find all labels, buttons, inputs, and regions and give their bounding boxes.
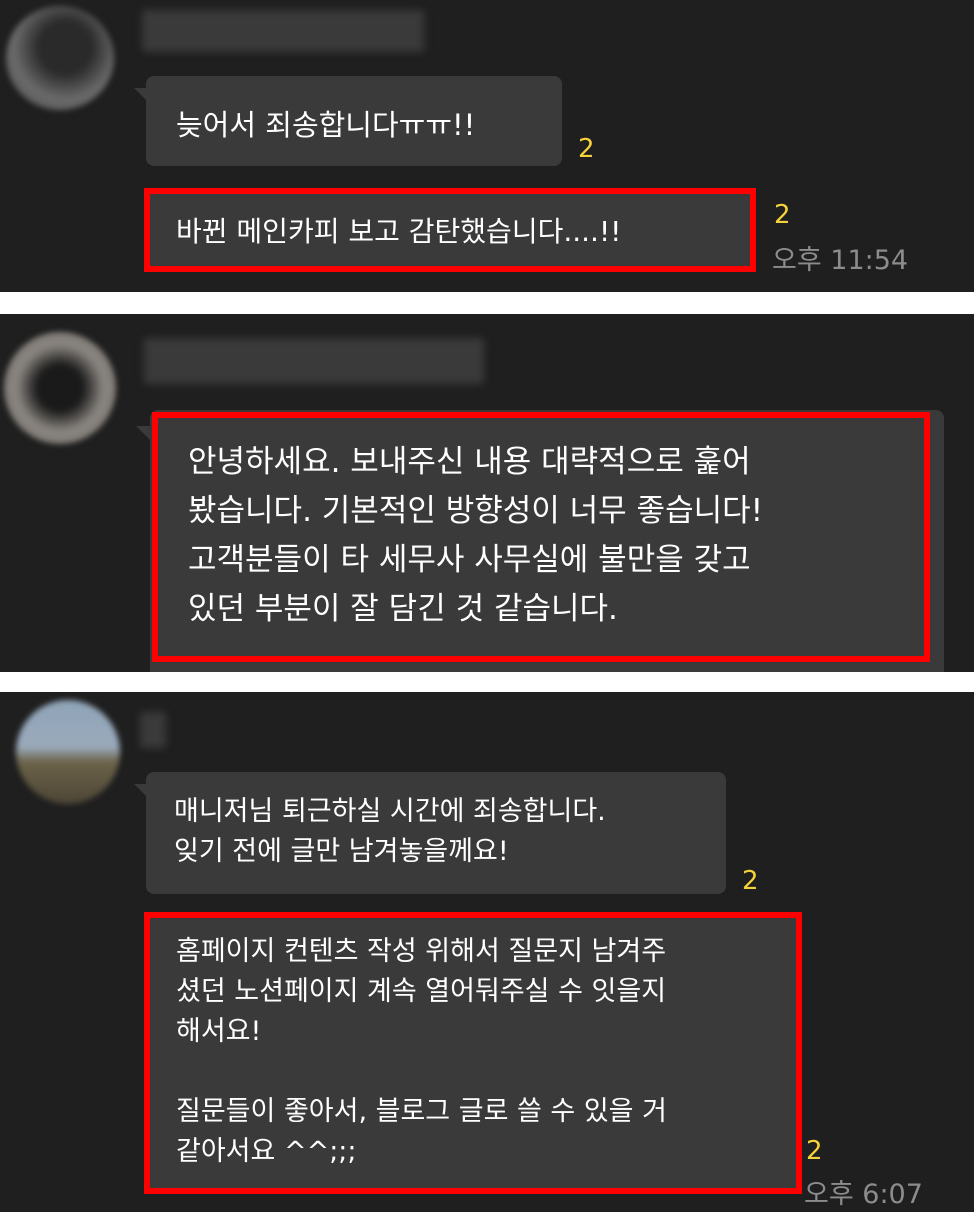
message-text: 늦어서 죄송합니다ㅠㅠ!! [176,108,476,142]
avatar[interactable] [6,6,114,110]
sender-name-blurred [140,712,166,748]
message-bubble[interactable]: 늦어서 죄송합니다ㅠㅠ!! [146,76,562,166]
chat-panel-3: 매니저님 퇴근하실 시간에 죄송합니다. 잊기 전에 글만 남겨놓을께요! 2 … [0,692,974,1212]
message-text: 바뀐 메인카피 보고 감탄했습니다....!! [176,215,622,248]
bubble-tail [136,426,150,440]
message-timestamp: 오후 11:54 [772,245,909,276]
unread-count: 2 [578,134,595,164]
message-bubble[interactable]: 바뀐 메인카피 보고 감탄했습니다....!! [146,188,756,272]
message-bubble[interactable]: 안녕하세요. 보내주신 내용 대략적으로 훑어 봤습니다. 기본적인 방향성이 … [150,410,944,672]
chat-panel-1: 늦어서 죄송합니다ㅠㅠ!! 2 바뀐 메인카피 보고 감탄했습니다....!! … [0,0,974,292]
message-bubble[interactable]: 홈페이지 컨텐츠 작성 위해서 질문지 남겨주 셨던 노션페이지 계속 열어둬주… [146,914,798,1192]
message-text: 안녕하세요. 보내주신 내용 대략적으로 훑어 봤습니다. 기본적인 방향성이 … [188,444,764,627]
unread-count: 2 [774,200,791,230]
unread-count: 2 [742,866,759,896]
sender-name-blurred [144,338,484,384]
sender-name-blurred [142,10,424,52]
chat-panel-2: 안녕하세요. 보내주신 내용 대략적으로 훑어 봤습니다. 기본적인 방향성이 … [0,314,974,672]
message-text: 홈페이지 컨텐츠 작성 위해서 질문지 남겨주 셨던 노션페이지 계속 열어둬주… [176,936,667,1167]
message-bubble[interactable]: 매니저님 퇴근하실 시간에 죄송합니다. 잊기 전에 글만 남겨놓을께요! [146,772,726,894]
message-text: 매니저님 퇴근하실 시간에 죄송합니다. 잊기 전에 글만 남겨놓을께요! [174,796,606,867]
message-timestamp: 오후 6:07 [804,1179,923,1210]
avatar[interactable] [16,700,120,804]
unread-count: 2 [806,1136,823,1166]
avatar[interactable] [4,332,116,444]
